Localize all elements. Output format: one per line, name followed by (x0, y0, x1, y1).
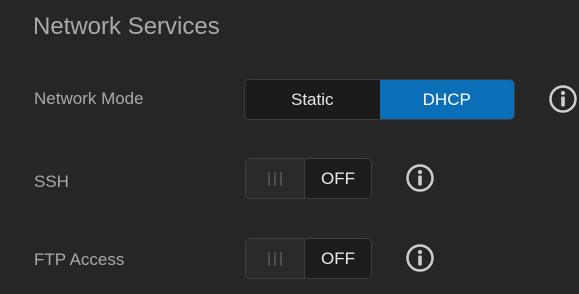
ssh-info-icon[interactable] (405, 163, 435, 193)
network-mode-option-static[interactable]: Static (245, 80, 380, 119)
network-services-panel: Network Services Network Mode Static DHC… (0, 0, 579, 294)
ftp-access-toggle[interactable]: OFF (245, 238, 372, 279)
network-mode-label: Network Mode (34, 89, 144, 108)
network-mode-info-icon[interactable] (548, 84, 578, 114)
ssh-label: SSH (34, 172, 69, 191)
ftp-access-toggle-handle[interactable] (246, 239, 305, 278)
ssh-toggle[interactable]: OFF (245, 158, 372, 199)
section-title: Network Services (33, 13, 220, 40)
ftp-access-label: FTP Access (34, 250, 125, 269)
ftp-access-info-icon[interactable] (405, 243, 435, 273)
ssh-toggle-state: OFF (321, 168, 355, 188)
network-mode-option-dhcp[interactable]: DHCP (379, 80, 514, 119)
network-mode-segmented-control: Static DHCP (244, 79, 515, 120)
ssh-toggle-handle[interactable] (246, 159, 305, 198)
ftp-access-toggle-state: OFF (321, 248, 355, 268)
